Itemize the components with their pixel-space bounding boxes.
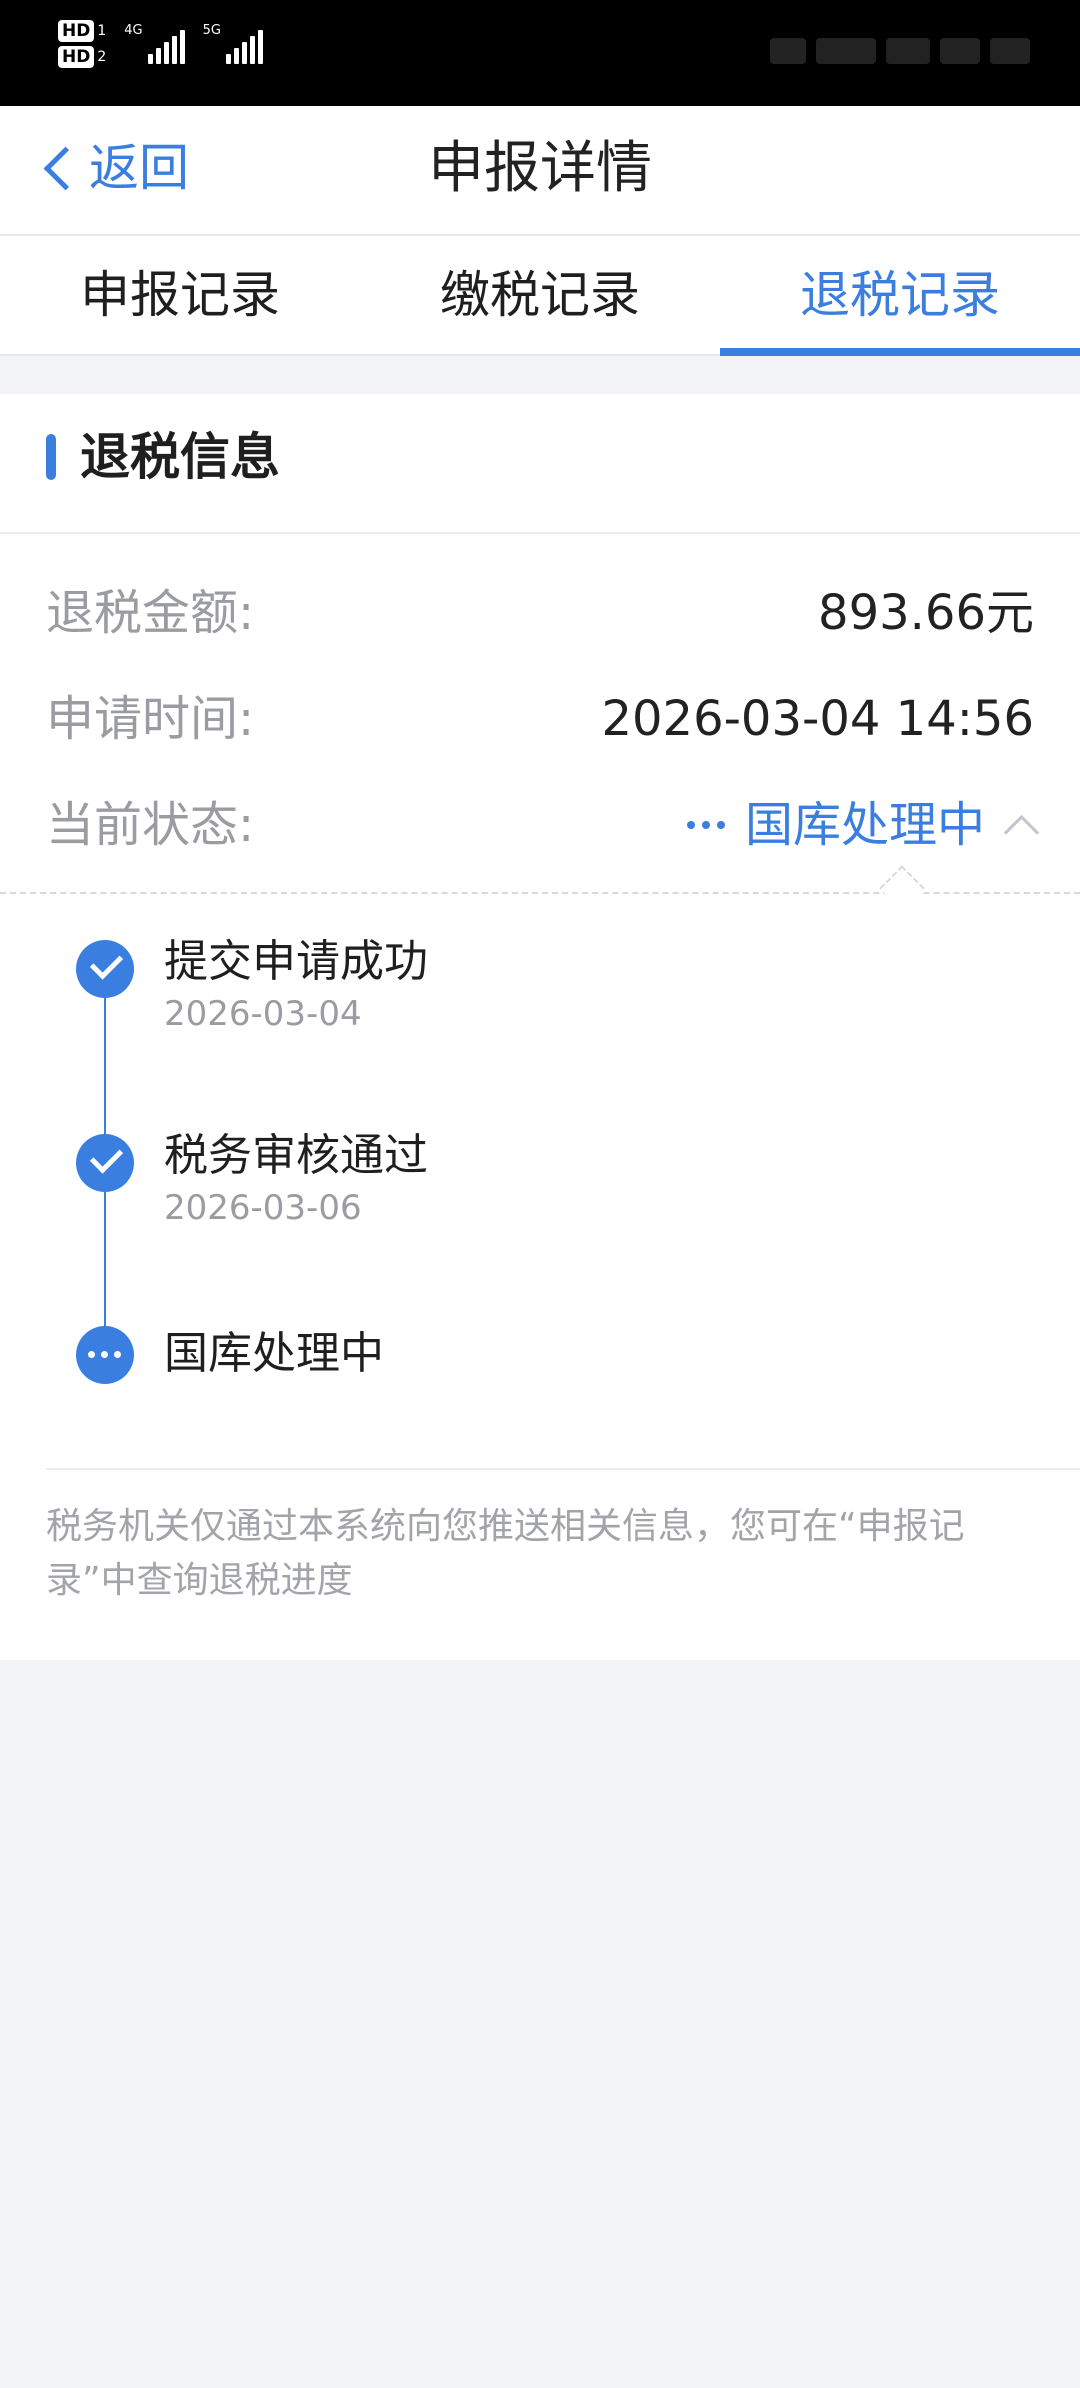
tab-refund-records[interactable]: 退税记录 bbox=[720, 236, 1080, 356]
current-status-value: 国库处理中 bbox=[744, 797, 985, 853]
apply-time-label: 申请时间: bbox=[46, 691, 255, 747]
more-dots-icon bbox=[88, 1351, 121, 1358]
refund-amount-value: 893.66元 bbox=[818, 585, 1034, 641]
timeline-node-done bbox=[76, 1134, 134, 1192]
sim-number-1: 1 bbox=[97, 23, 107, 39]
refund-amount-row: 退税金额: 893.66元 bbox=[46, 578, 1034, 648]
more-dots-icon bbox=[686, 821, 725, 829]
refund-info-card: 退税信息 退税金额: 893.66元 申请时间: 2026-03-04 14:5… bbox=[0, 394, 1080, 1660]
apply-time-row: 申请时间: 2026-03-04 14:56 bbox=[46, 684, 1034, 754]
network-label-5g: 5G bbox=[202, 23, 221, 38]
current-status-label: 当前状态: bbox=[46, 797, 255, 853]
section-accent-bar bbox=[46, 434, 56, 480]
timeline-step-date: 2026-03-04 bbox=[164, 994, 362, 1034]
status-toggle[interactable]: 国库处理中 bbox=[686, 790, 1040, 860]
timeline-step-title: 国库处理中 bbox=[164, 1328, 384, 1379]
divider bbox=[46, 1468, 1080, 1470]
network-label-4g: 4G bbox=[124, 23, 143, 38]
check-icon bbox=[89, 1140, 124, 1174]
timeline-node-done bbox=[76, 940, 134, 998]
popover-notch bbox=[879, 865, 925, 911]
refund-amount-label: 退税金额: bbox=[46, 585, 255, 641]
signal-5g-icon: 5G bbox=[203, 24, 263, 64]
info-note: 税务机关仅通过本系统向您推送相关信息，您可在“申报记录”中查询退税进度 bbox=[46, 1506, 965, 1601]
hd-badge-1: HD bbox=[58, 20, 95, 42]
status-icons-obscured bbox=[770, 34, 1030, 68]
tab-payment-records[interactable]: 缴税记录 bbox=[360, 236, 720, 354]
signal-indicators: HD 1 HD 2 4G 5G bbox=[58, 20, 263, 68]
sim-number-2: 2 bbox=[97, 49, 107, 65]
section-title: 退税信息 bbox=[80, 428, 280, 486]
timeline-step-date: 2026-03-06 bbox=[164, 1188, 362, 1228]
hd-badge-2: HD bbox=[58, 46, 95, 68]
check-icon bbox=[89, 946, 124, 980]
sim-indicators: HD 1 HD 2 bbox=[58, 20, 106, 68]
section-header: 退税信息 bbox=[0, 394, 1080, 534]
nav-bar: 返回 申报详情 bbox=[0, 106, 1080, 236]
page-title: 申报详情 bbox=[428, 136, 652, 201]
tab-declaration-records[interactable]: 申报记录 bbox=[0, 236, 360, 354]
record-tabs: 申报记录 缴税记录 退税记录 bbox=[0, 236, 1080, 356]
timeline-node-in-progress bbox=[76, 1326, 134, 1384]
timeline-step-title: 税务审核通过 bbox=[164, 1130, 428, 1181]
apply-time-value: 2026-03-04 14:56 bbox=[601, 691, 1034, 747]
timeline-step-title: 提交申请成功 bbox=[164, 936, 428, 987]
status-bar: HD 1 HD 2 4G 5G bbox=[0, 0, 1080, 106]
signal-4g-icon: 4G bbox=[124, 23, 185, 64]
chevron-up-icon[interactable] bbox=[1003, 814, 1040, 850]
current-status-row[interactable]: 当前状态: 国库处理中 bbox=[46, 790, 1040, 860]
